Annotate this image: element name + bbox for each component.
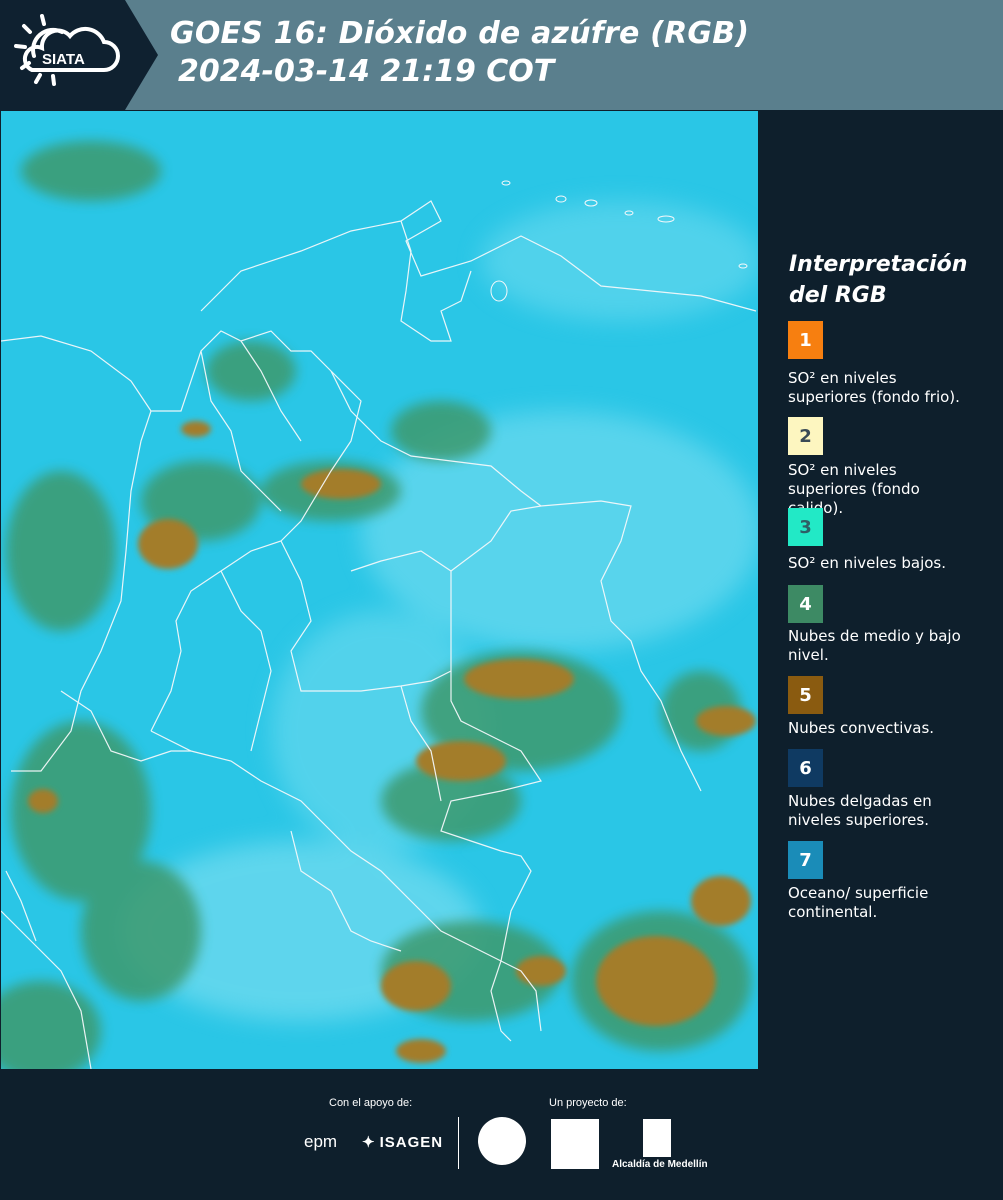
legend-swatch-4: 4 <box>788 585 823 623</box>
page-title: GOES 16: Dióxido de azúfre (RGB) <box>170 16 750 51</box>
legend-number: 2 <box>799 425 812 447</box>
legend-label-7: Oceano/ superficie continental. <box>788 884 929 921</box>
support-label: Con el apoyo de: <box>329 1097 413 1109</box>
area-metropolitana-logo[interactable] <box>551 1119 599 1169</box>
alcaldia-label: Alcaldía de Medellín <box>612 1159 708 1170</box>
siata-logo[interactable]: SIATA <box>0 0 158 110</box>
logo-text: SIATA <box>42 51 85 68</box>
alcaldia-emblem-logo[interactable] <box>643 1119 671 1157</box>
legend-number: 3 <box>799 516 812 538</box>
legend-swatch-1: 1 <box>788 321 823 359</box>
legend-number: 5 <box>799 684 812 706</box>
legend-title: Interpretación del RGB <box>789 252 968 308</box>
isagen-label: ISAGEN <box>379 1134 444 1151</box>
footer: Con el apoyo de: Un proyecto de: epm ✦ IS… <box>0 1069 1003 1200</box>
satellite-image <box>1 111 758 1069</box>
isagen-logo[interactable]: ✦ ISAGEN <box>362 1133 443 1151</box>
header-bar: SIATA GOES 16: Dióxido de azúfre (RGB) 2… <box>0 0 1003 110</box>
legend-swatch-5: 5 <box>788 676 823 714</box>
legend-label-1: SO² en niveles superiores (fondo frio). <box>788 369 960 406</box>
footer-divider <box>458 1117 459 1169</box>
legend-label-6: Nubes delgadas en niveles superiores. <box>788 792 932 829</box>
legend-number: 7 <box>799 849 812 871</box>
legend-panel: Interpretación del RGB 1 SO² en niveles … <box>760 111 1003 1069</box>
legend-swatch-6: 6 <box>788 749 823 787</box>
legend-swatch-2: 2 <box>788 417 823 455</box>
legend-label-3: SO² en niveles bajos. <box>788 554 947 572</box>
epm-logo[interactable]: epm <box>304 1132 337 1152</box>
legend-label-4: Nubes de medio y bajo nivel. <box>788 627 961 664</box>
isagen-star-icon: ✦ <box>362 1134 376 1151</box>
sun-cloud-icon: SIATA <box>14 14 120 86</box>
satellite-map[interactable] <box>1 111 758 1069</box>
legend-label-5: Nubes convectivas. <box>788 719 935 737</box>
legend-number: 6 <box>799 757 812 779</box>
timestamp: 2024-03-14 21:19 COT <box>178 54 555 89</box>
project-label: Un proyecto de: <box>549 1097 627 1109</box>
legend-swatch-7: 7 <box>788 841 823 879</box>
legend-number: 1 <box>799 329 812 351</box>
medellin-seal-logo[interactable] <box>478 1117 526 1165</box>
legend-swatch-3: 3 <box>788 508 823 546</box>
legend-number: 4 <box>799 593 812 615</box>
